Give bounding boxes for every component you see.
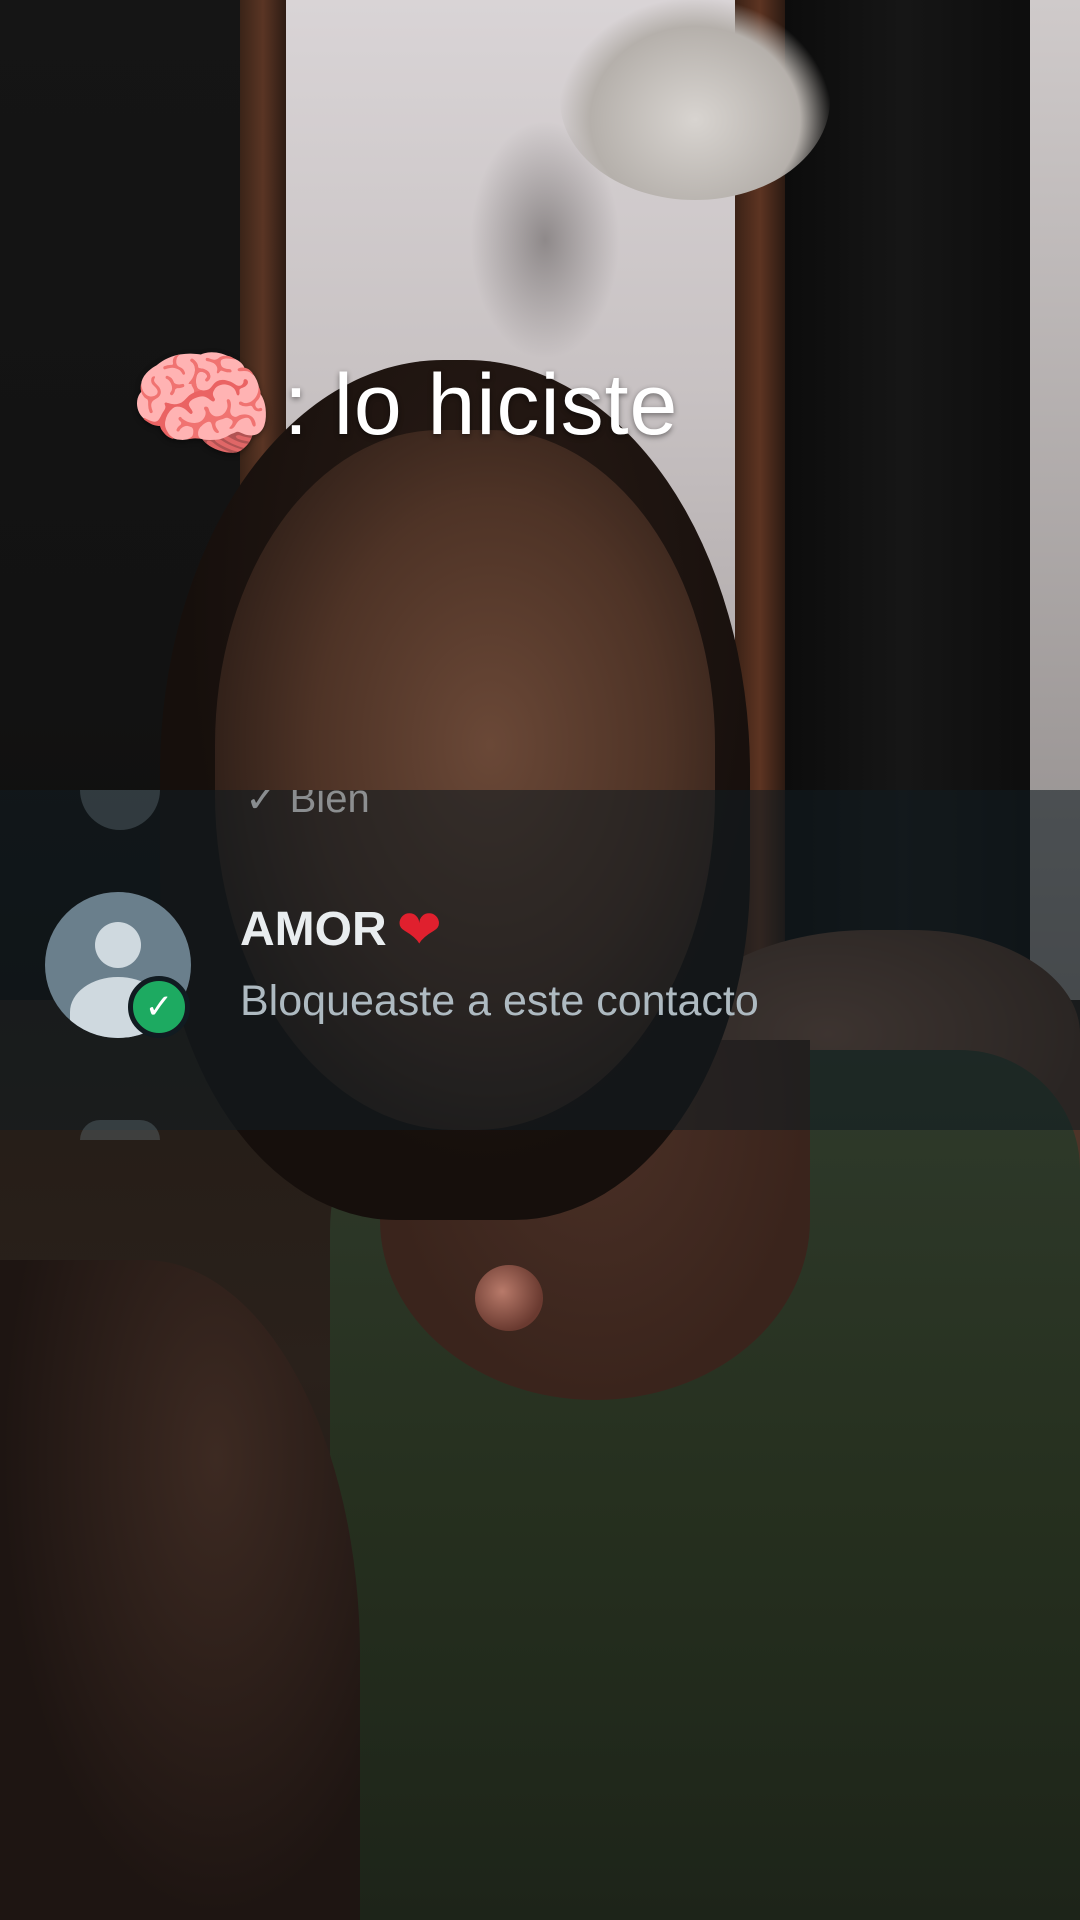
contact-name: AMOR ❤ [240, 902, 442, 957]
chat-list-item[interactable]: ✓ AMOR ❤ Bloqueaste a este contacto [0, 880, 1080, 1060]
caption-text: : lo hiciste [283, 356, 679, 453]
necklace-pendant [475, 1265, 543, 1331]
brain-icon: 🧠 [128, 339, 276, 471]
contact-name-text: AMOR [240, 903, 387, 956]
heart-icon: ❤ [396, 899, 442, 960]
next-chat-avatar [80, 1120, 160, 1140]
plush-toy [560, 0, 830, 200]
previous-chat-preview: ✓ Bien [245, 790, 370, 821]
default-person-head [95, 922, 141, 968]
avatar [80, 790, 160, 830]
check-icon: ✓ [128, 976, 190, 1038]
previous-chat-item[interactable]: ✓ Bien [0, 790, 1080, 848]
video-caption: 🧠 : lo hiciste [128, 335, 678, 475]
contact-status: Bloqueaste a este contacto [240, 977, 759, 1025]
